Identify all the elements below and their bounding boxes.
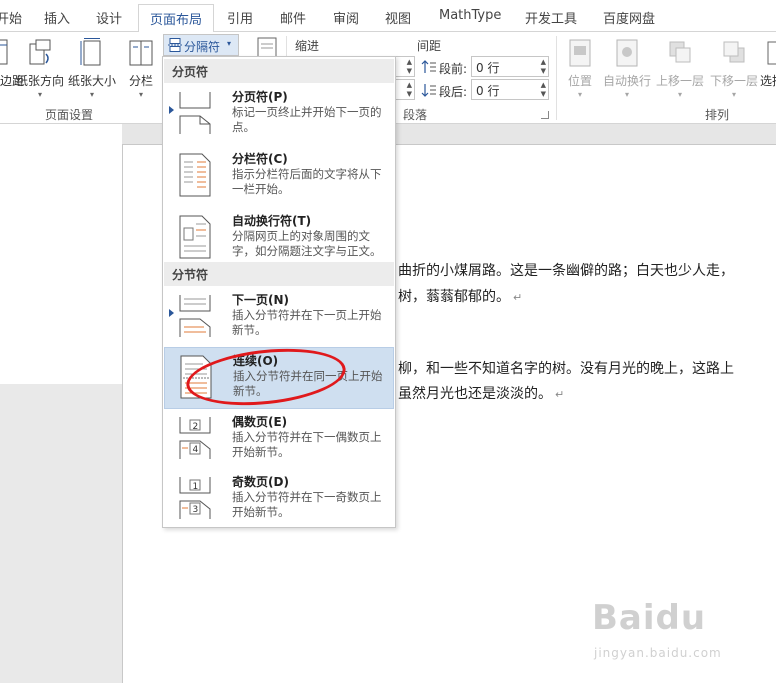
tab-page-layout[interactable]: 页面布局 [138,4,215,33]
odd-page-section-icon: 13 [179,477,211,519]
menu-item-text-wrapping-break[interactable]: 自动换行符(T) 分隔网页上的对象周围的文字，如分隔题注文字与正文。 [164,208,394,270]
tab-baidu-netdisk[interactable]: 百度网盘 [603,8,655,27]
indent-left-input[interactable]: ▲ ▼ [395,56,415,77]
page-break-icon [168,38,182,52]
tab-references[interactable]: 引用 [227,8,253,27]
menu-item-even-page[interactable]: 24 偶数页(E) 插入分节符并在下一偶数页上开始新节。 [164,409,394,471]
orientation-button[interactable]: 纸张方向 ▾ [14,36,66,99]
caret-right-icon [169,309,174,317]
spacing-before-icon [421,60,436,73]
orientation-icon [29,39,51,65]
menu-item-next-page[interactable]: 下一页(N) 插入分节符并在下一页上开始新节。 [164,287,394,349]
chevron-down-icon: ▾ [89,90,94,99]
space-before-label: 段前: [439,62,468,76]
svg-text:2: 2 [193,422,199,432]
bring-forward-button[interactable]: 上移一层 ▾ [655,36,705,99]
chevron-down-icon: ▾ [37,90,42,99]
size-button[interactable]: 纸张大小 ▾ [66,36,118,99]
next-page-section-icon [179,295,211,337]
wrap-text-icon [616,39,638,67]
doc-line: 曲折的小煤屑路。这是一条幽僻的路；白天也少人走， [398,263,734,279]
paragraph-mark: ↵ [555,388,565,401]
section-header-section-breaks: 分节符 [164,262,394,286]
svg-text:3: 3 [193,505,199,515]
menu-item-page-break[interactable]: 分页符(P) 标记一页终止并开始下一页的点。 [164,84,394,146]
page-break-icon [179,92,211,134]
margins-icon [0,39,8,65]
selection-pane-icon [767,41,776,65]
columns-button[interactable]: 分栏 ▾ [124,36,158,99]
even-page-section-icon: 24 [179,417,211,459]
position-icon [569,39,591,67]
breaks-dropdown-menu: 分页符 分页符(P) 标记一页终止并开始下一页的点。 分栏符(C) 指示分栏符后… [162,56,396,528]
navigation-pane [0,124,122,683]
menu-item-column-break[interactable]: 分栏符(C) 指示分栏符后面的文字将从下一栏开始。 [164,146,394,208]
menu-item-odd-page[interactable]: 13 奇数页(D) 插入分节符并在下一奇数页上开始新节。 [164,469,394,531]
tab-home[interactable]: 开始 [0,8,22,27]
doc-line: 树，蓊蓊郁郁的。 ↵ [398,289,523,305]
indent-label: 缩进 [295,39,320,53]
text-wrapping-break-icon [179,215,211,259]
indent-right-input[interactable]: ▲ ▼ [395,79,415,100]
columns-icon [129,40,153,66]
space-after-input[interactable]: 0 行 ▲ ▼ [471,79,549,100]
tab-review[interactable]: 审阅 [333,8,359,27]
tab-insert[interactable]: 插入 [44,8,70,27]
svg-text:4: 4 [193,445,199,455]
page-setup-group-label: 页面设置 [45,108,94,122]
tab-mathtype[interactable]: MathType [439,8,501,23]
doc-line: 虽然月光也还是淡淡的。 ↵ [398,386,565,402]
space-after-label: 段后: [439,85,468,99]
tab-view[interactable]: 视图 [385,8,411,27]
selection-pane-button[interactable]: 选择窗格 [760,36,776,98]
chevron-down-icon: ▾ [138,90,143,99]
caret-right-icon [169,106,174,114]
position-button[interactable]: 位置 ▾ [561,36,599,99]
doc-line: 柳，和一些不知道名字的树。没有月光的晚上，这路上 [398,361,734,377]
bring-forward-icon [669,41,691,63]
section-header-page-breaks: 分页符 [164,59,394,83]
arrange-group-label: 排列 [705,108,730,122]
send-backward-button[interactable]: 下移一层 ▾ [708,36,760,99]
send-backward-icon [723,41,745,63]
svg-text:1: 1 [193,482,199,492]
tab-developer[interactable]: 开发工具 [525,8,577,27]
spacing-after-icon [421,84,436,97]
paragraph-group-label: 段落 [403,108,428,122]
margins-button[interactable]: 页边距 [0,36,24,98]
tab-mailings[interactable]: 邮件 [280,8,306,27]
chevron-down-icon: ▾ [227,39,232,48]
paper-size-icon [80,38,101,66]
ribbon-tab-bar: 开始 插入 设计 页面布局 引用 邮件 审阅 视图 MathType 开发工具 … [0,0,776,33]
paragraph-mark: ↵ [513,291,523,304]
wrap-text-button[interactable]: 自动换行 ▾ [601,36,653,99]
spacing-label: 间距 [417,39,442,53]
space-before-input[interactable]: 0 行 ▲ ▼ [471,56,549,77]
paragraph-dialog-launcher[interactable] [541,111,549,119]
baidu-watermark-logo: Baidu jingyan.baidu.com [592,598,722,660]
tab-design[interactable]: 设计 [96,8,122,27]
column-break-icon [179,153,211,197]
breaks-button[interactable]: 分隔符 ▾ [163,34,239,56]
